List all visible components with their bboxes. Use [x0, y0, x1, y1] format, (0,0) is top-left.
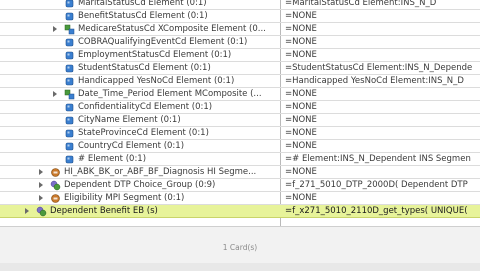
mapping-rule-cell[interactable]: =f_x271_5010_2110D_get_types( UNIQUE(: [285, 205, 480, 217]
element-node-icon: [64, 76, 75, 87]
node-name-label: MedicareStatusCd XComposite Element (0..…: [78, 24, 266, 34]
node-name-label: CityName Element (0:1): [78, 115, 181, 125]
tree-row-selected[interactable]: Dependent Benefit EB (s) =f_x271_5010_211…: [0, 205, 480, 218]
node-name-label: ConfidentialityCd Element (0:1): [78, 102, 213, 112]
node-name-label: # Element (0:1): [78, 154, 147, 164]
tree-row[interactable]: Dependent DTP Choice_Group (0:9) =f_271_5…: [0, 179, 480, 192]
group-node-icon: [50, 180, 61, 191]
tree-row[interactable]: COBRAQualifyingEventCd Element (0:1) =NON…: [0, 36, 480, 49]
node-name-label: COBRAQualifyingEventCd Element (0:1): [78, 37, 248, 47]
node-name-label: Handicapped YesNoCd Element (0:1): [78, 76, 235, 86]
tree-row[interactable]: EmploymentStatusCd Element (0:1) =NONE: [0, 49, 480, 62]
node-name-label: EmploymentStatusCd Element (0:1): [78, 50, 232, 60]
element-node-icon: [64, 115, 75, 126]
mapping-rule-cell[interactable]: =NONE: [285, 36, 480, 48]
tree-row[interactable]: CountryCd Element (0:1) =NONE: [0, 140, 480, 153]
expand-arrow-icon[interactable]: [38, 195, 44, 201]
element-node-icon: [64, 0, 75, 9]
node-name-label: StateProvinceCd Element (0:1): [78, 128, 209, 138]
mapping-rule-cell[interactable]: =NONE: [285, 114, 480, 126]
tree-row[interactable]: StudentStatusCd Element (0:1) =StudentSta…: [0, 62, 480, 75]
tree-row[interactable]: HI_ABK_BK_or_ABF_BF_Diagnosis HI Segme..…: [0, 166, 480, 179]
mapping-rule-cell[interactable]: =NONE: [285, 10, 480, 22]
element-node-icon: [64, 154, 75, 165]
node-name-label: Dependent Benefit EB (s): [50, 206, 158, 216]
tree-row[interactable]: CityName Element (0:1) =NONE: [0, 114, 480, 127]
mapping-rule-cell[interactable]: =f_271_5010_DTP_2000D( Dependent DTP: [285, 179, 480, 191]
mapping-rule-cell[interactable]: =NONE: [285, 192, 480, 204]
tree-row[interactable]: # Element (0:1) =# Element:INS_N_Dependen…: [0, 153, 480, 166]
composite-node-icon: [64, 89, 75, 100]
tree-row[interactable]: Eligibility MPI Segment (0:1) =NONE: [0, 192, 480, 205]
element-node-icon: [64, 128, 75, 139]
element-node-icon: [64, 141, 75, 152]
element-node-icon: [64, 37, 75, 48]
mapping-tree-grid: MaritalStatusCd Element (0:1) =MaritalSta…: [0, 0, 480, 226]
mapping-rule-cell[interactable]: =NONE: [285, 88, 480, 100]
tree-row[interactable]: MaritalStatusCd Element (0:1) =MaritalSta…: [0, 0, 480, 10]
mapping-rule-cell[interactable]: =NONE: [285, 166, 480, 178]
node-name-label: CountryCd Element (0:1): [78, 141, 185, 151]
tree-row[interactable]: BenefitStatusCd Element (0:1) =NONE: [0, 10, 480, 23]
node-name-label: MaritalStatusCd Element (0:1): [78, 0, 207, 8]
expand-arrow-icon[interactable]: [52, 26, 58, 32]
expand-arrow-icon[interactable]: [24, 208, 30, 214]
mapping-rule-cell[interactable]: =NONE: [285, 101, 480, 113]
element-node-icon: [64, 102, 75, 113]
group-node-icon: [36, 206, 47, 217]
mapping-rule-cell[interactable]: =NONE: [285, 127, 480, 139]
node-name-label: Dependent DTP Choice_Group (0:9): [64, 180, 216, 190]
node-name-label: StudentStatusCd Element (0:1): [78, 63, 211, 73]
node-name-label: Date_Time_Period Element MComposite (...: [78, 89, 262, 99]
segment-node-icon: [50, 193, 61, 204]
segment-node-icon: [50, 167, 61, 178]
tree-row[interactable]: Handicapped YesNoCd Element (0:1) =Handic…: [0, 75, 480, 88]
mapping-rule-cell[interactable]: =StudentStatusCd Element:INS_N_Depende: [285, 62, 480, 74]
mapping-rule-cell[interactable]: =Handicapped YesNoCd Element:INS_N_D: [285, 75, 480, 87]
expand-arrow-icon[interactable]: [38, 182, 44, 188]
card-count-label: 1 Card(s): [222, 243, 258, 252]
node-name-label: BenefitStatusCd Element (0:1): [78, 11, 208, 21]
tree-row[interactable]: Date_Time_Period Element MComposite (...…: [0, 88, 480, 101]
expand-arrow-icon[interactable]: [38, 169, 44, 175]
expand-arrow-icon[interactable]: [52, 91, 58, 97]
mapping-rule-cell[interactable]: =NONE: [285, 49, 480, 61]
tree-row[interactable]: ConfidentialityCd Element (0:1) =NONE: [0, 101, 480, 114]
mapping-rule-cell[interactable]: =NONE: [285, 23, 480, 35]
status-bar: 1 Card(s): [0, 226, 480, 271]
mapping-rule-cell[interactable]: =# Element:INS_N_Dependent INS Segmen: [285, 153, 480, 165]
element-node-icon: [64, 50, 75, 61]
element-node-icon: [64, 11, 75, 22]
tree-row[interactable]: StateProvinceCd Element (0:1) =NONE: [0, 127, 480, 140]
node-name-label: HI_ABK_BK_or_ABF_BF_Diagnosis HI Segme..…: [64, 167, 257, 177]
mapping-rule-cell[interactable]: =MaritalStatusCd Element:INS_N_D: [285, 0, 480, 9]
tree-row[interactable]: MedicareStatusCd XComposite Element (0..…: [0, 23, 480, 36]
node-name-label: Eligibility MPI Segment (0:1): [64, 193, 185, 203]
mapping-rule-cell[interactable]: =NONE: [285, 140, 480, 152]
element-node-icon: [64, 63, 75, 74]
composite-node-icon: [64, 24, 75, 35]
